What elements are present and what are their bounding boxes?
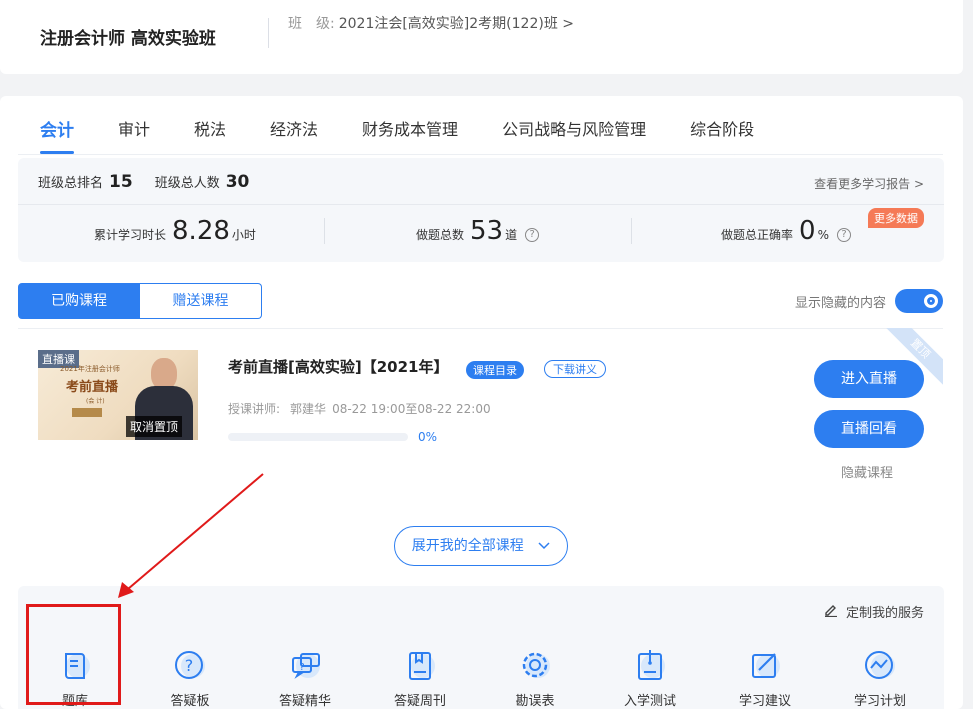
accuracy-stat: 做题总正确率 0 % ? xyxy=(721,216,851,246)
tab-corporate-strategy[interactable]: 公司战略与风险管理 xyxy=(502,116,646,140)
service-study-advice[interactable]: 学习建议 xyxy=(725,648,805,709)
tab-economic-law[interactable]: 经济法 xyxy=(270,116,318,140)
services-panel: 定制我的服务 题库 ? 答疑板 ? 答疑精华 答疑周刊 勘误表 入学测试 学习建 xyxy=(18,586,944,709)
service-label: 学习建议 xyxy=(738,694,791,709)
svg-text:?: ? xyxy=(299,662,304,673)
service-qa-highlights[interactable]: ? 答疑精华 xyxy=(265,648,345,709)
course-progress-bar xyxy=(228,433,408,441)
stat-divider xyxy=(324,218,325,244)
study-time-unit: 小时 xyxy=(231,228,256,242)
course-progress-text: 0% xyxy=(418,430,438,444)
more-report-link[interactable]: 查看更多学习报告 > xyxy=(814,175,924,192)
accuracy-value: 0 xyxy=(799,216,816,246)
thumbnail-small-title: 2021年注册会计师 xyxy=(60,365,120,373)
expand-label: 展开我的全部课程 xyxy=(411,538,524,554)
study-advice-icon xyxy=(752,653,780,678)
edit-pen-icon xyxy=(824,605,837,617)
course-schedule: 08-22 19:00至08-22 22:00 xyxy=(332,402,491,416)
more-data-badge[interactable]: 更多数据 xyxy=(868,208,924,228)
subject-tabs: 会计 审计 税法 经济法 财务成本管理 公司战略与风险管理 综合阶段 xyxy=(40,116,754,154)
weekly-journal-icon xyxy=(409,652,435,680)
service-label: 入学测试 xyxy=(623,694,676,709)
questions-unit: 道 xyxy=(505,228,518,242)
svg-text:?: ? xyxy=(185,656,194,675)
chevron-down-icon xyxy=(538,542,550,550)
tab-accounting[interactable]: 会计 xyxy=(40,116,74,154)
course-type-switch: 已购课程 赠送课程 xyxy=(18,283,262,319)
service-errata[interactable]: 勘误表 xyxy=(495,648,575,709)
highlight-box xyxy=(26,604,121,705)
rank-label: 班级总排名 xyxy=(38,176,104,191)
accuracy-unit: % xyxy=(817,228,829,242)
service-label: 答疑板 xyxy=(170,694,210,709)
customize-label: 定制我的服务 xyxy=(845,606,924,621)
class-label: 班 级: xyxy=(288,16,335,32)
questions-stat: 做题总数 53 道 ? xyxy=(416,216,540,246)
download-notes-badge[interactable]: 下载讲义 xyxy=(544,360,606,378)
teacher-info: 授课讲师: 郭建华 08-22 19:00至08-22 22:00 xyxy=(228,400,491,417)
tab-underline-track xyxy=(18,154,943,155)
stat-divider xyxy=(631,218,632,244)
help-icon[interactable]: ? xyxy=(525,228,540,242)
study-time-value: 8.28 xyxy=(172,216,230,246)
thumbnail-subtitle: (会 计) xyxy=(86,398,105,405)
class-total-label: 班级总人数 xyxy=(154,176,220,191)
course-title[interactable]: 考前直播[高效实验]【2021年】 xyxy=(228,356,448,377)
purchased-courses-tab[interactable]: 已购课程 xyxy=(18,283,140,319)
live-replay-button[interactable]: 直播回看 xyxy=(814,410,924,448)
cancel-pin-button[interactable]: 取消置顶 xyxy=(126,416,183,437)
course-catalog-badge[interactable]: 课程目录 xyxy=(466,361,524,379)
rank-value: 15 xyxy=(109,172,133,192)
study-time-label: 累计学习时长 xyxy=(94,228,167,242)
tab-financial-cost-management[interactable]: 财务成本管理 xyxy=(362,116,458,140)
tab-comprehensive-stage[interactable]: 综合阶段 xyxy=(690,116,754,140)
class-selector[interactable]: 班 级: 2021注会[高效实验]2考期(122)班 > xyxy=(288,13,574,33)
pinned-corner: 置顶 xyxy=(883,328,943,388)
service-label: 答疑精华 xyxy=(278,694,331,709)
teacher-label: 授课讲师: xyxy=(228,402,281,416)
course-thumbnail[interactable]: 直播课 2021年注册会计师 考前直播 (会 计) 取消置顶 xyxy=(38,350,198,440)
show-hidden-label: 显示隐藏的内容 xyxy=(794,296,886,311)
study-plan-icon xyxy=(865,651,895,679)
questions-value: 53 xyxy=(470,216,504,246)
questions-label: 做题总数 xyxy=(416,228,465,242)
toggle-knob xyxy=(924,294,938,308)
show-hidden-toggle[interactable] xyxy=(895,289,943,313)
entrance-test-icon xyxy=(638,650,665,680)
qa-highlights-icon: ? xyxy=(292,653,320,679)
course-name: 注册会计师 高效实验班 xyxy=(40,29,216,49)
service-entrance-test[interactable]: 入学测试 xyxy=(610,648,690,709)
help-icon[interactable]: ? xyxy=(836,228,851,242)
service-label: 勘误表 xyxy=(515,694,555,709)
header-card: 注册会计师 高效实验班 班 级: 2021注会[高效实验]2考期(122)班 > xyxy=(0,0,963,74)
study-stats-panel: 班级总排名 15 班级总人数 30 查看更多学习报告 > 累计学习时长 8.28… xyxy=(18,158,944,262)
tab-tax-law[interactable]: 税法 xyxy=(194,116,226,140)
class-total-value: 30 xyxy=(225,172,250,192)
service-label: 答疑周刊 xyxy=(393,694,446,709)
service-question-board[interactable]: ? 答疑板 xyxy=(150,648,230,709)
class-rank-row: 班级总排名 15 班级总人数 30 xyxy=(38,172,271,192)
main-card: 会计 审计 税法 经济法 财务成本管理 公司战略与风险管理 综合阶段 班级总排名… xyxy=(0,96,963,709)
accuracy-label: 做题总正确率 xyxy=(721,228,794,242)
class-value[interactable]: 2021注会[高效实验]2考期(122)班 > xyxy=(339,16,574,32)
header-divider xyxy=(268,18,269,48)
thumbnail-main-title: 考前直播 xyxy=(66,380,119,395)
tab-audit[interactable]: 审计 xyxy=(118,116,150,140)
pinned-ribbon: 置顶 xyxy=(883,328,943,388)
customize-services-link[interactable]: 定制我的服务 xyxy=(824,602,924,621)
study-time-stat: 累计学习时长 8.28 小时 xyxy=(94,216,256,246)
stats-separator xyxy=(18,204,944,205)
expand-all-courses-button[interactable]: 展开我的全部课程 xyxy=(394,526,568,566)
service-study-plan[interactable]: 学习计划 xyxy=(840,648,920,709)
thumbnail-badge xyxy=(72,408,102,417)
hide-course-link[interactable]: 隐藏课程 xyxy=(841,462,893,481)
teacher-name: 郭建华 xyxy=(290,402,327,416)
service-label: 学习计划 xyxy=(853,694,906,709)
question-board-icon: ? xyxy=(175,651,205,679)
service-weekly-journal[interactable]: 答疑周刊 xyxy=(380,648,460,709)
gifted-courses-tab[interactable]: 赠送课程 xyxy=(140,283,262,319)
errata-gear-icon xyxy=(522,652,550,678)
section-divider xyxy=(18,328,943,329)
